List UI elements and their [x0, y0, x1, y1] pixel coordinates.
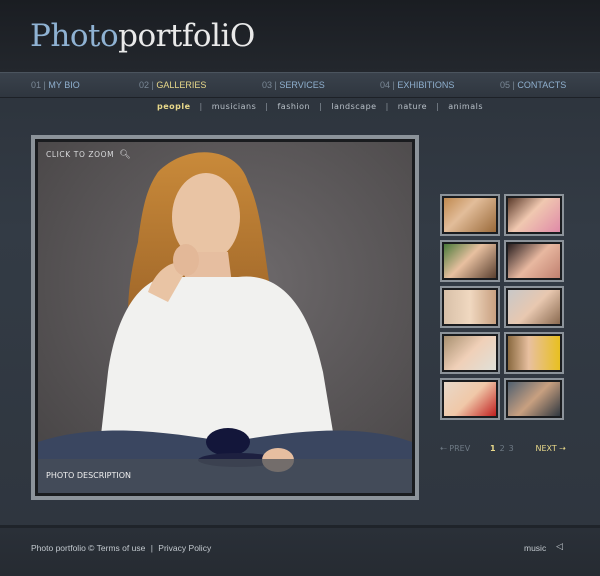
nav-number: 04 |	[380, 80, 395, 90]
music-toggle[interactable]: music	[524, 543, 546, 553]
footer-links: Photo portfolio © Terms of use | Privacy…	[31, 543, 211, 553]
thumbnail-image	[508, 382, 560, 416]
thumbnail-image	[508, 290, 560, 324]
prev-button[interactable]: ⇠ PREV	[440, 444, 470, 453]
nav-number: 03 |	[262, 80, 277, 90]
subnav-animals[interactable]: animals	[448, 102, 483, 111]
thumbnail-image	[444, 382, 496, 416]
nav-label: EXHIBITIONS	[397, 80, 455, 90]
subnav-separator: |	[385, 102, 389, 111]
click-to-zoom[interactable]: CLICK TO ZOOM 🔍︎	[46, 150, 131, 160]
subnav-musicians[interactable]: musicians	[212, 102, 257, 111]
terms-link[interactable]: Terms of use	[97, 543, 146, 553]
footer: Photo portfolio © Terms of use | Privacy…	[0, 525, 600, 576]
subnav-people[interactable]: people	[157, 102, 191, 111]
thumbnail-6[interactable]	[504, 286, 564, 328]
subnav-nature[interactable]: nature	[398, 102, 427, 111]
main-photo-frame: CLICK TO ZOOM 🔍︎ PHOTO DESCRIPTION	[31, 135, 419, 500]
subnav-fashion[interactable]: fashion	[277, 102, 310, 111]
nav-item-exhibitions[interactable]: 04 | EXHIBITIONS	[380, 80, 454, 90]
zoom-label-text: CLICK TO ZOOM	[46, 150, 115, 159]
photo-description-bar: PHOTO DESCRIPTION	[38, 459, 412, 493]
nav-item-services[interactable]: 03 | SERVICES	[262, 80, 325, 90]
nav-label: GALLERIES	[156, 80, 207, 90]
nav-label: CONTACTS	[517, 80, 567, 90]
thumbnail-image	[508, 198, 560, 232]
thumbnail-9[interactable]	[440, 378, 500, 420]
thumbnail-8[interactable]	[504, 332, 564, 374]
next-label: NEXT	[535, 444, 557, 453]
nav-number: 01 |	[31, 80, 46, 90]
logo-part-photo: Photo	[30, 18, 119, 54]
photo-description: PHOTO DESCRIPTION	[46, 471, 132, 480]
nav-item-contacts[interactable]: 05 | CONTACTS	[500, 80, 566, 90]
thumbnail-2[interactable]	[504, 194, 564, 236]
main-nav: 01 | MY BIO 02 | GALLERIES 03 | SERVICES…	[0, 72, 600, 98]
page-numbers: 123	[490, 444, 518, 453]
copyright: Photo portfolio ©	[31, 543, 95, 553]
arrow-left-icon: ⇠	[440, 444, 447, 453]
footer-separator: |	[150, 543, 153, 553]
thumbnail-7[interactable]	[440, 332, 500, 374]
page-3[interactable]: 3	[509, 444, 514, 453]
main-photo[interactable]: CLICK TO ZOOM 🔍︎ PHOTO DESCRIPTION	[38, 142, 412, 493]
main-photo-illustration	[38, 142, 412, 493]
page-1[interactable]: 1	[490, 444, 496, 453]
nav-label: MY BIO	[48, 80, 80, 90]
thumbnail-5[interactable]	[440, 286, 500, 328]
thumbnail-image	[444, 198, 496, 232]
thumbnail-1[interactable]	[440, 194, 500, 236]
page-2[interactable]: 2	[500, 444, 505, 453]
arrow-right-icon: ⇢	[559, 444, 566, 453]
nav-number: 05 |	[500, 80, 515, 90]
subnav-separator: |	[199, 102, 203, 111]
privacy-link[interactable]: Privacy Policy	[158, 543, 211, 553]
main-photo-border: CLICK TO ZOOM 🔍︎ PHOTO DESCRIPTION	[35, 139, 415, 496]
subnav-separator: |	[436, 102, 440, 111]
thumbnail-4[interactable]	[504, 240, 564, 282]
thumbnail-3[interactable]	[440, 240, 500, 282]
gallery-subnav: people | musicians | fashion | landscape | natur…	[157, 102, 483, 111]
thumbnail-image	[508, 336, 560, 370]
magnifier-icon: 🔍︎	[119, 150, 132, 160]
subnav-landscape[interactable]: landscape	[331, 102, 376, 111]
nav-label: SERVICES	[279, 80, 325, 90]
subnav-separator: |	[265, 102, 269, 111]
header: PhotoportfoliO	[0, 0, 600, 72]
subnav-separator: |	[319, 102, 323, 111]
logo-part-portfolio: portfoliO	[118, 18, 255, 54]
logo[interactable]: PhotoportfoliO	[30, 18, 255, 54]
thumbnail-image	[444, 244, 496, 278]
thumbnail-image	[508, 244, 560, 278]
nav-item-galleries[interactable]: 02 | GALLERIES	[139, 80, 206, 90]
next-button[interactable]: NEXT ⇢	[535, 444, 566, 453]
nav-number: 02 |	[139, 80, 154, 90]
thumbnail-image	[444, 290, 496, 324]
thumbnail-image	[444, 336, 496, 370]
prev-label: PREV	[449, 444, 471, 453]
nav-item-my-bio[interactable]: 01 | MY BIO	[31, 80, 80, 90]
thumbnail-10[interactable]	[504, 378, 564, 420]
speaker-icon[interactable]: ◁	[556, 542, 563, 552]
